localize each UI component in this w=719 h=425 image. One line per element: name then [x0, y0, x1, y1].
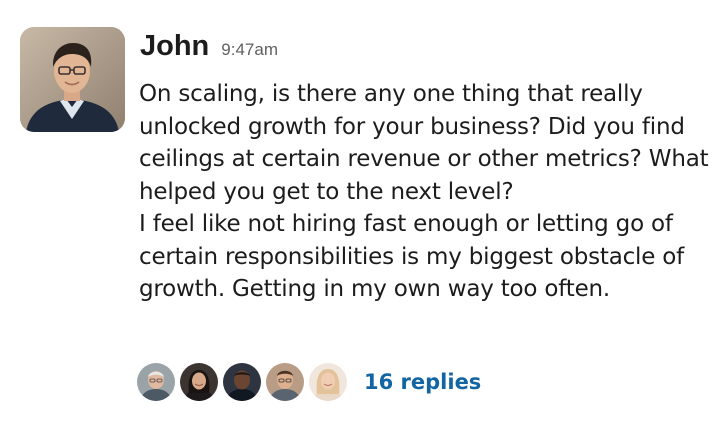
- participant-avatar-1-icon: [137, 363, 175, 401]
- message-paragraph: On scaling, is there any one thing that …: [139, 81, 709, 205]
- participant-avatar-2-icon: [180, 363, 218, 401]
- author-avatar[interactable]: [20, 27, 125, 132]
- message-body: On scaling, is there any one thing that …: [139, 78, 709, 306]
- thread-participants: [137, 363, 352, 401]
- message-header: John 9:47am: [140, 26, 278, 66]
- author-name[interactable]: John: [140, 26, 209, 66]
- participant-avatar-5-icon: [309, 363, 347, 401]
- message-paragraph: I feel like not hiring fast enough or le…: [139, 211, 685, 302]
- participant-avatar-4-icon: [266, 363, 304, 401]
- user-photo-icon: [20, 27, 125, 132]
- replies-link[interactable]: 16 replies: [364, 370, 481, 394]
- chat-message: John 9:47am On scaling, is there any one…: [0, 0, 719, 425]
- message-timestamp[interactable]: 9:47am: [221, 30, 278, 70]
- thread-summary[interactable]: 16 replies: [137, 362, 481, 402]
- participant-avatar-3-icon: [223, 363, 261, 401]
